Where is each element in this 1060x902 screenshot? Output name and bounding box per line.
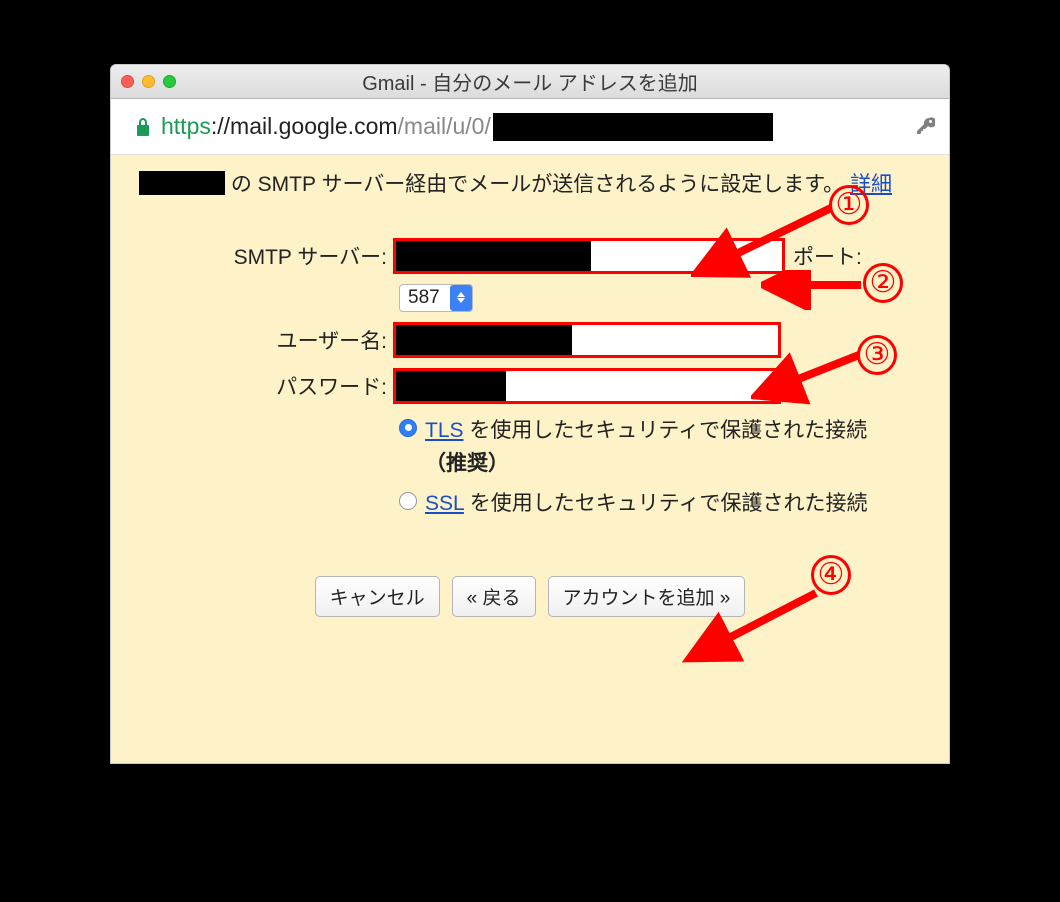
ssl-text: を使用したセキュリティで保護された接続 [464,492,868,515]
port-label: ポート: [793,241,862,271]
url-path: /mail/u/0/ [398,113,491,140]
window-controls [121,75,176,88]
tls-text: を使用したセキュリティで保護された接続 [464,419,868,442]
port-value: 587 [400,287,450,309]
back-button[interactable]: « 戻る [452,576,536,617]
smtp-server-redacted [396,241,591,271]
lock-icon [135,117,151,137]
smtp-form: SMTP サーバー: ポート: 587 ユーザー名: [139,238,921,618]
zoom-window-button[interactable] [163,75,176,88]
url-host: ://mail.google.com [211,113,398,140]
smtp-server-input[interactable] [393,238,785,274]
username-row: ユーザー名: [139,322,921,358]
tls-option[interactable]: TLS を使用したセキュリティで保護された接続 （推奨） [399,414,909,481]
username-input[interactable] [393,322,781,358]
password-row: パスワード: [139,368,921,404]
button-row: キャンセル « 戻る アカウントを追加 » [139,576,921,617]
port-select[interactable]: 587 [399,284,473,312]
username-label: ユーザー名: [139,325,393,355]
window-title: Gmail - 自分のメール アドレスを追加 [111,67,949,96]
url-protocol: https [161,113,211,140]
url-redacted [493,113,773,141]
dialog-content: の SMTP サーバー経由でメールが送信されるように設定します。 詳細 SMTP… [111,155,949,763]
radio-unselected-icon[interactable] [399,492,417,510]
ssl-link[interactable]: SSL [425,492,464,515]
learn-more-link[interactable]: 詳細 [850,173,892,196]
redacted-domain [139,171,225,195]
password-input[interactable] [393,368,781,404]
dialog-window: Gmail - 自分のメール アドレスを追加 https ://mail.goo… [110,64,950,764]
password-label: パスワード: [139,371,393,401]
close-window-button[interactable] [121,75,134,88]
ssl-option[interactable]: SSL を使用したセキュリティで保護された接続 [399,487,909,521]
port-row: 587 [139,284,921,312]
window-titlebar: Gmail - 自分のメール アドレスを追加 [111,65,949,99]
minimize-window-button[interactable] [142,75,155,88]
intro-text: の SMTP サーバー経由でメールが送信されるように設定します。 詳細 [139,169,921,202]
smtp-server-row: SMTP サーバー: ポート: [139,238,921,274]
security-options: TLS を使用したセキュリティで保護された接続 （推奨） SSL を使用したセキ… [399,414,909,521]
add-account-button[interactable]: アカウントを追加 » [548,576,746,617]
cancel-button[interactable]: キャンセル [315,576,440,617]
smtp-server-label: SMTP サーバー: [139,241,393,271]
recommended-label: （推奨） [425,452,509,475]
intro-suffix: の SMTP サーバー経由でメールが送信されるように設定します。 [231,173,844,196]
username-redacted [396,325,572,355]
stepper-icon [450,285,472,311]
key-icon[interactable] [915,116,935,138]
password-redacted [396,371,506,401]
tls-link[interactable]: TLS [425,419,464,442]
address-bar[interactable]: https ://mail.google.com /mail/u/0/ [111,99,949,155]
radio-selected-icon[interactable] [399,419,417,437]
